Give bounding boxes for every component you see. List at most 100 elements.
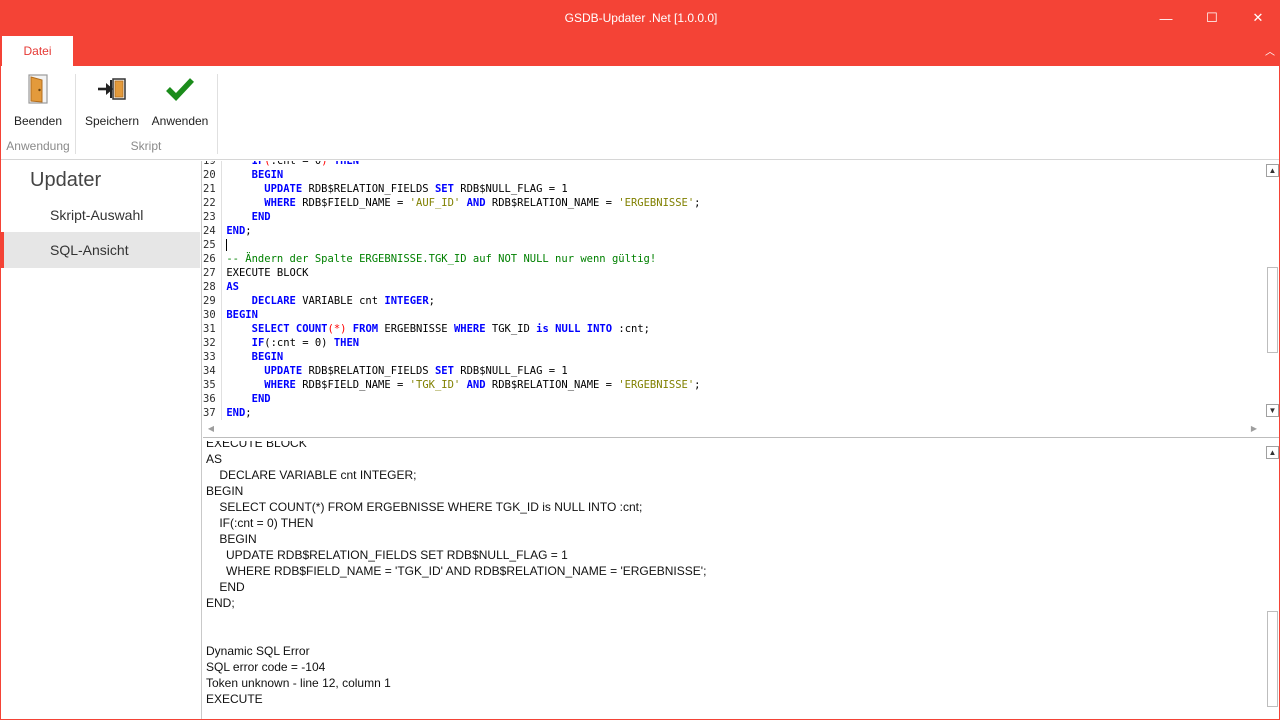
code-token: UPDATE — [264, 365, 303, 377]
maximize-button[interactable]: ☐ — [1189, 1, 1235, 35]
code-line: 20 BEGIN — [203, 168, 1263, 182]
line-number: 34 — [203, 365, 216, 377]
code-line: 25 — [203, 238, 1263, 252]
code-token: AND — [466, 379, 486, 391]
code-line: 37 END; — [203, 406, 1263, 420]
line-number: 19 — [203, 161, 216, 167]
code-token: -- Ändern der Spalte ERGEBNISSE.TGK_ID a… — [226, 253, 657, 265]
code-line: 33 BEGIN — [203, 350, 1263, 364]
line-number: 20 — [203, 169, 216, 181]
app-window: GSDB-Updater .Net [1.0.0.0] — ☐ ✕ Datei … — [0, 0, 1280, 720]
code-token: INTO — [586, 323, 613, 335]
code-token: WHERE — [453, 323, 486, 335]
group-label-anwendung: Anwendung — [6, 139, 70, 153]
code-token: END — [251, 211, 271, 223]
code-token: WHERE — [264, 379, 296, 391]
speichern-button[interactable]: Speichern — [83, 72, 141, 132]
code-token: EXECUTE BLOCK — [226, 267, 309, 279]
code-token: ; — [245, 407, 252, 419]
scroll-up-icon[interactable]: ▲ — [1266, 164, 1279, 177]
code-token: END — [251, 393, 271, 405]
code-line: 30 BEGIN — [203, 308, 1263, 322]
sidebar-item-skript-auswahl[interactable]: Skript-Auswahl — [1, 197, 200, 233]
scroll-down-icon[interactable]: ▼ — [1266, 404, 1279, 417]
code-token: RDB$RELATION_FIELDS — [302, 365, 435, 377]
scroll-right-icon[interactable]: ▶ — [1248, 423, 1260, 434]
code-token: ; — [694, 197, 701, 209]
code-token: NULL — [555, 323, 581, 335]
output-vertical-scrollbar[interactable]: ▲ — [1264, 443, 1279, 719]
code-line: 36 END — [203, 392, 1263, 406]
code-token: 'ERGEBNISSE' — [618, 379, 695, 391]
code-lines: 19 IF(:cnt = 0) THEN 20 BEGIN 21 UPDATE RD… — [203, 161, 1263, 420]
code-line: 26 -- Ändern der Spalte ERGEBNISSE.TGK_I… — [203, 252, 1263, 266]
line-number: 21 — [203, 183, 216, 195]
editor-scroll-thumb[interactable] — [1267, 267, 1278, 353]
sidebar-item-sql-ansicht[interactable]: SQL-Ansicht — [1, 232, 200, 268]
code-token: BEGIN — [251, 169, 284, 181]
line-number: 26 — [203, 253, 216, 265]
output-line: Dynamic SQL Error — [206, 644, 310, 658]
code-line: 31 SELECT COUNT(*) FROM ERGEBNISSE WHERE… — [203, 322, 1263, 336]
output-line: WHERE RDB$FIELD_NAME = 'TGK_ID' AND RDB$… — [206, 564, 707, 578]
code-token: ; — [428, 295, 435, 307]
output-log[interactable]: EXECUTE BLOCK AS DECLARE VARIABLE cnt INT… — [203, 441, 1279, 719]
tab-datei[interactable]: Datei — [2, 36, 73, 66]
code-token: THEN — [333, 161, 360, 167]
code-line: 35 WHERE RDB$FIELD_NAME = 'TGK_ID' AND R… — [203, 378, 1263, 392]
code-token: ; — [694, 379, 701, 391]
code-token: IF — [251, 337, 265, 349]
code-line: 23 END — [203, 210, 1263, 224]
code-token: SET — [434, 365, 454, 377]
code-line: 27 EXECUTE BLOCK — [203, 266, 1263, 280]
output-line: IF(:cnt = 0) THEN — [206, 516, 314, 530]
code-line: 19 IF(:cnt = 0) THEN — [203, 161, 1263, 168]
sql-code-editor[interactable]: 19 IF(:cnt = 0) THEN 20 BEGIN 21 UPDATE RD… — [203, 161, 1279, 438]
beenden-button[interactable]: Beenden — [9, 72, 67, 132]
editor-vertical-scrollbar[interactable]: ▲ ▼ — [1264, 161, 1279, 421]
text-caret — [226, 239, 228, 251]
output-line: AS — [206, 452, 223, 466]
code-token: WHERE — [264, 197, 296, 209]
line-number: 22 — [203, 197, 216, 209]
output-line: BEGIN — [206, 484, 244, 498]
code-token: RDB$NULL_FLAG = 1 — [453, 365, 568, 377]
scroll-left-icon[interactable]: ◀ — [205, 423, 217, 434]
code-line: 32 IF(:cnt = 0) THEN — [203, 336, 1263, 350]
output-line: END; — [206, 596, 235, 610]
code-line: 22 WHERE RDB$FIELD_NAME = 'AUF_ID' AND R… — [203, 196, 1263, 210]
beenden-label: Beenden — [13, 114, 63, 128]
code-token: ERGEBNISSE — [378, 323, 454, 335]
line-number: 28 — [203, 281, 216, 293]
line-number: 27 — [203, 267, 216, 279]
save-arrow-icon — [83, 72, 141, 106]
ribbon-tab-row: Datei ︿ — [1, 35, 1279, 66]
code-token: COUNT — [295, 323, 328, 335]
minimize-button[interactable]: — — [1143, 1, 1189, 35]
code-token: INTEGER — [384, 295, 429, 307]
editor-horizontal-scrollbar[interactable]: ◀ ▶ — [203, 420, 1263, 437]
sidebar-title: Updater — [30, 169, 102, 191]
anwenden-button[interactable]: Anwenden — [149, 72, 211, 132]
line-number: 32 — [203, 337, 216, 349]
output-scroll-thumb[interactable] — [1267, 611, 1278, 707]
window-title: GSDB-Updater .Net [1.0.0.0] — [564, 11, 718, 25]
code-token: (*) — [327, 323, 347, 335]
code-token: VARIABLE cnt — [295, 295, 385, 307]
group-label-skript: Skript — [130, 139, 162, 153]
code-token: THEN — [333, 337, 360, 349]
ribbon: Beenden Speichern Anwenden Anwendung Skr… — [1, 66, 1279, 160]
scroll-up-icon[interactable]: ▲ — [1266, 446, 1279, 459]
code-token: UPDATE — [264, 183, 303, 195]
code-token: RDB$RELATION_NAME = — [485, 197, 619, 209]
chevron-up-icon[interactable]: ︿ — [1263, 43, 1277, 58]
close-button[interactable]: ✕ — [1235, 1, 1279, 35]
anwenden-label: Anwenden — [151, 114, 209, 128]
code-token: (:cnt = 0) — [264, 337, 334, 349]
code-token: ; — [245, 225, 252, 237]
